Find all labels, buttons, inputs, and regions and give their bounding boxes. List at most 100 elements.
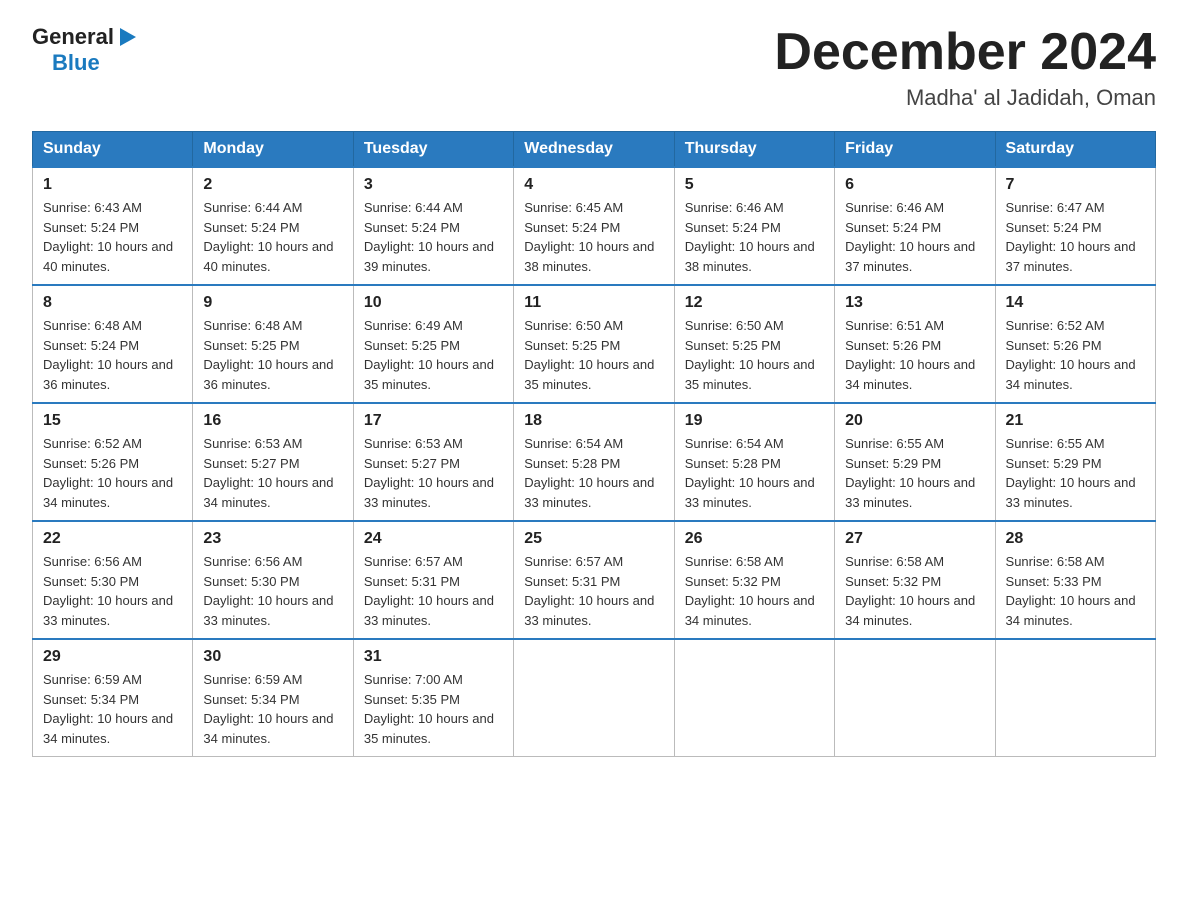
page-header: General Blue December 2024 Madha' al Jad… — [32, 24, 1156, 111]
month-title: December 2024 — [774, 24, 1156, 81]
cell-date: 15 — [43, 412, 182, 430]
cell-info: Sunrise: 6:52 AMSunset: 5:26 PMDaylight:… — [1006, 316, 1145, 394]
logo-general-text: General — [32, 24, 114, 50]
table-row: 21 Sunrise: 6:55 AMSunset: 5:29 PMDaylig… — [995, 403, 1155, 521]
cell-info: Sunrise: 6:53 AMSunset: 5:27 PMDaylight:… — [203, 434, 342, 512]
cell-info: Sunrise: 6:57 AMSunset: 5:31 PMDaylight:… — [524, 552, 663, 630]
cell-date: 6 — [845, 176, 984, 194]
cell-info: Sunrise: 6:51 AMSunset: 5:26 PMDaylight:… — [845, 316, 984, 394]
cell-date: 3 — [364, 176, 503, 194]
cell-info: Sunrise: 6:55 AMSunset: 5:29 PMDaylight:… — [1006, 434, 1145, 512]
cell-info: Sunrise: 6:47 AMSunset: 5:24 PMDaylight:… — [1006, 198, 1145, 276]
table-row: 26 Sunrise: 6:58 AMSunset: 5:32 PMDaylig… — [674, 521, 834, 639]
table-row: 16 Sunrise: 6:53 AMSunset: 5:27 PMDaylig… — [193, 403, 353, 521]
col-saturday: Saturday — [995, 132, 1155, 168]
cell-date: 14 — [1006, 294, 1145, 312]
table-row: 20 Sunrise: 6:55 AMSunset: 5:29 PMDaylig… — [835, 403, 995, 521]
calendar-week-row: 22 Sunrise: 6:56 AMSunset: 5:30 PMDaylig… — [33, 521, 1156, 639]
calendar-header-row: Sunday Monday Tuesday Wednesday Thursday… — [33, 132, 1156, 168]
calendar-table: Sunday Monday Tuesday Wednesday Thursday… — [32, 131, 1156, 757]
cell-info: Sunrise: 6:44 AMSunset: 5:24 PMDaylight:… — [203, 198, 342, 276]
cell-date: 12 — [685, 294, 824, 312]
cell-date: 13 — [845, 294, 984, 312]
cell-info: Sunrise: 6:54 AMSunset: 5:28 PMDaylight:… — [685, 434, 824, 512]
cell-date: 21 — [1006, 412, 1145, 430]
cell-info: Sunrise: 6:54 AMSunset: 5:28 PMDaylight:… — [524, 434, 663, 512]
cell-date: 4 — [524, 176, 663, 194]
table-row: 3 Sunrise: 6:44 AMSunset: 5:24 PMDayligh… — [353, 167, 513, 285]
table-row: 6 Sunrise: 6:46 AMSunset: 5:24 PMDayligh… — [835, 167, 995, 285]
cell-date: 29 — [43, 648, 182, 666]
cell-info: Sunrise: 6:58 AMSunset: 5:32 PMDaylight:… — [685, 552, 824, 630]
logo-triangle-icon — [116, 26, 138, 48]
table-row: 13 Sunrise: 6:51 AMSunset: 5:26 PMDaylig… — [835, 285, 995, 403]
calendar-week-row: 15 Sunrise: 6:52 AMSunset: 5:26 PMDaylig… — [33, 403, 1156, 521]
cell-date: 18 — [524, 412, 663, 430]
table-row: 31 Sunrise: 7:00 AMSunset: 5:35 PMDaylig… — [353, 639, 513, 757]
cell-info: Sunrise: 6:57 AMSunset: 5:31 PMDaylight:… — [364, 552, 503, 630]
table-row: 25 Sunrise: 6:57 AMSunset: 5:31 PMDaylig… — [514, 521, 674, 639]
location-title: Madha' al Jadidah, Oman — [774, 85, 1156, 111]
table-row: 4 Sunrise: 6:45 AMSunset: 5:24 PMDayligh… — [514, 167, 674, 285]
cell-info: Sunrise: 6:50 AMSunset: 5:25 PMDaylight:… — [685, 316, 824, 394]
logo-blue-text: Blue — [52, 50, 100, 76]
cell-info: Sunrise: 6:52 AMSunset: 5:26 PMDaylight:… — [43, 434, 182, 512]
cell-info: Sunrise: 6:58 AMSunset: 5:33 PMDaylight:… — [1006, 552, 1145, 630]
table-row: 7 Sunrise: 6:47 AMSunset: 5:24 PMDayligh… — [995, 167, 1155, 285]
cell-info: Sunrise: 6:56 AMSunset: 5:30 PMDaylight:… — [43, 552, 182, 630]
cell-info: Sunrise: 6:56 AMSunset: 5:30 PMDaylight:… — [203, 552, 342, 630]
table-row: 15 Sunrise: 6:52 AMSunset: 5:26 PMDaylig… — [33, 403, 193, 521]
cell-info: Sunrise: 6:49 AMSunset: 5:25 PMDaylight:… — [364, 316, 503, 394]
cell-info: Sunrise: 6:48 AMSunset: 5:25 PMDaylight:… — [203, 316, 342, 394]
cell-info: Sunrise: 6:44 AMSunset: 5:24 PMDaylight:… — [364, 198, 503, 276]
calendar-week-row: 29 Sunrise: 6:59 AMSunset: 5:34 PMDaylig… — [33, 639, 1156, 757]
table-row: 9 Sunrise: 6:48 AMSunset: 5:25 PMDayligh… — [193, 285, 353, 403]
table-row: 30 Sunrise: 6:59 AMSunset: 5:34 PMDaylig… — [193, 639, 353, 757]
cell-date: 17 — [364, 412, 503, 430]
cell-info: Sunrise: 6:50 AMSunset: 5:25 PMDaylight:… — [524, 316, 663, 394]
table-row — [995, 639, 1155, 757]
table-row — [835, 639, 995, 757]
cell-info: Sunrise: 6:48 AMSunset: 5:24 PMDaylight:… — [43, 316, 182, 394]
cell-date: 30 — [203, 648, 342, 666]
cell-date: 10 — [364, 294, 503, 312]
table-row: 11 Sunrise: 6:50 AMSunset: 5:25 PMDaylig… — [514, 285, 674, 403]
table-row: 17 Sunrise: 6:53 AMSunset: 5:27 PMDaylig… — [353, 403, 513, 521]
cell-date: 24 — [364, 530, 503, 548]
cell-info: Sunrise: 6:43 AMSunset: 5:24 PMDaylight:… — [43, 198, 182, 276]
col-wednesday: Wednesday — [514, 132, 674, 168]
col-tuesday: Tuesday — [353, 132, 513, 168]
cell-date: 2 — [203, 176, 342, 194]
cell-date: 22 — [43, 530, 182, 548]
col-friday: Friday — [835, 132, 995, 168]
cell-date: 26 — [685, 530, 824, 548]
col-sunday: Sunday — [33, 132, 193, 168]
cell-info: Sunrise: 6:59 AMSunset: 5:34 PMDaylight:… — [203, 670, 342, 748]
table-row: 2 Sunrise: 6:44 AMSunset: 5:24 PMDayligh… — [193, 167, 353, 285]
cell-info: Sunrise: 6:58 AMSunset: 5:32 PMDaylight:… — [845, 552, 984, 630]
cell-info: Sunrise: 6:55 AMSunset: 5:29 PMDaylight:… — [845, 434, 984, 512]
title-block: December 2024 Madha' al Jadidah, Oman — [774, 24, 1156, 111]
calendar-week-row: 8 Sunrise: 6:48 AMSunset: 5:24 PMDayligh… — [33, 285, 1156, 403]
cell-date: 28 — [1006, 530, 1145, 548]
table-row: 28 Sunrise: 6:58 AMSunset: 5:33 PMDaylig… — [995, 521, 1155, 639]
table-row — [674, 639, 834, 757]
cell-date: 9 — [203, 294, 342, 312]
table-row: 22 Sunrise: 6:56 AMSunset: 5:30 PMDaylig… — [33, 521, 193, 639]
table-row: 5 Sunrise: 6:46 AMSunset: 5:24 PMDayligh… — [674, 167, 834, 285]
table-row — [514, 639, 674, 757]
table-row: 27 Sunrise: 6:58 AMSunset: 5:32 PMDaylig… — [835, 521, 995, 639]
cell-info: Sunrise: 6:59 AMSunset: 5:34 PMDaylight:… — [43, 670, 182, 748]
cell-date: 31 — [364, 648, 503, 666]
cell-date: 11 — [524, 294, 663, 312]
table-row: 8 Sunrise: 6:48 AMSunset: 5:24 PMDayligh… — [33, 285, 193, 403]
col-thursday: Thursday — [674, 132, 834, 168]
table-row: 14 Sunrise: 6:52 AMSunset: 5:26 PMDaylig… — [995, 285, 1155, 403]
table-row: 10 Sunrise: 6:49 AMSunset: 5:25 PMDaylig… — [353, 285, 513, 403]
table-row: 19 Sunrise: 6:54 AMSunset: 5:28 PMDaylig… — [674, 403, 834, 521]
cell-date: 16 — [203, 412, 342, 430]
col-monday: Monday — [193, 132, 353, 168]
cell-date: 5 — [685, 176, 824, 194]
cell-info: Sunrise: 6:46 AMSunset: 5:24 PMDaylight:… — [845, 198, 984, 276]
table-row: 12 Sunrise: 6:50 AMSunset: 5:25 PMDaylig… — [674, 285, 834, 403]
